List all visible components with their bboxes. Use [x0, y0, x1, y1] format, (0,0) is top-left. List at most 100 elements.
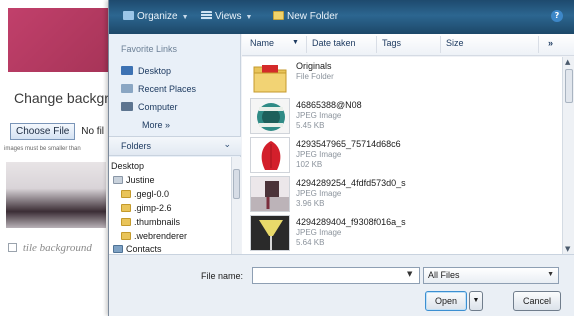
image-thumbnail	[250, 176, 290, 212]
file-name: 46865388@N08	[296, 100, 362, 110]
tree-item-label: Desktop	[111, 161, 145, 171]
file-type: JPEG Image	[296, 228, 342, 237]
file-list: Originals File Folder 46865388@N08 JPEG …	[242, 57, 562, 254]
image-thumbnail	[250, 215, 290, 251]
scroll-down-icon[interactable]: ▼	[565, 245, 570, 253]
chevron-down-icon: ⌄	[223, 140, 231, 150]
recent-places-icon	[121, 84, 133, 93]
chevron-down-icon: ▼	[181, 14, 189, 21]
file-name: 4294289254_4fdfd573d0_s	[296, 178, 406, 188]
navigation-pane: Favorite Links Desktop Recent Places Com…	[109, 34, 241, 254]
favorite-links-heading: Favorite Links	[121, 44, 178, 54]
file-size: 5.45 KB	[296, 121, 325, 130]
column-divider	[538, 36, 539, 53]
tree-item-contacts[interactable]: Contacts	[113, 243, 162, 254]
open-button[interactable]: Open	[425, 291, 467, 311]
file-row-originals[interactable]: Originals File Folder	[242, 57, 562, 97]
no-file-chosen-text: No fil	[81, 126, 105, 137]
nav-link-label: Desktop	[138, 66, 172, 76]
more-links-button[interactable]: More »	[142, 120, 170, 130]
open-options-dropdown[interactable]: ▼	[469, 291, 483, 311]
views-label: Views	[215, 11, 242, 22]
file-type-filter-value: All Files	[428, 270, 460, 280]
nav-link-desktop[interactable]: Desktop	[121, 64, 171, 78]
folders-toggle[interactable]: Folders ⌄	[109, 136, 241, 156]
views-button[interactable]: Views ▼	[201, 10, 252, 24]
desktop-icon	[121, 66, 133, 75]
sort-dropdown-icon[interactable]: ▼	[292, 39, 299, 46]
help-icon[interactable]: ?	[551, 10, 563, 22]
scrollbar-thumb[interactable]	[565, 69, 573, 103]
file-chooser-row: Choose File No fil	[10, 123, 104, 140]
contacts-icon	[113, 245, 123, 253]
file-row-4294289404[interactable]: 4294289404_f9308f016a_s JPEG Image 5.64 …	[242, 213, 562, 253]
nav-link-label: Computer	[138, 102, 178, 112]
tree-item-label: .gegl-0.0	[134, 189, 170, 199]
image-thumbnail	[250, 137, 290, 173]
more-columns-button[interactable]: »	[548, 38, 553, 48]
scroll-up-icon[interactable]: ▲	[565, 58, 570, 66]
folder-tree-scrollbar[interactable]	[231, 157, 241, 254]
tree-item-desktop[interactable]: Desktop	[111, 160, 144, 172]
file-size: 3.96 KB	[296, 199, 325, 208]
chevron-down-icon: ▼	[547, 271, 554, 278]
tree-item-gimp[interactable]: .gimp-2.6	[121, 202, 172, 214]
chevron-down-icon[interactable]: ▼	[407, 270, 412, 278]
file-type: JPEG Image	[296, 189, 342, 198]
column-date-taken[interactable]: Date taken	[312, 38, 356, 48]
file-type-filter[interactable]: All Files ▼	[423, 267, 559, 284]
tree-item-label: .webrenderer	[134, 231, 188, 241]
nav-link-label: Recent Places	[138, 84, 197, 94]
file-type: JPEG Image	[296, 111, 342, 120]
column-size[interactable]: Size	[446, 38, 464, 48]
new-folder-icon	[273, 11, 284, 20]
column-tags[interactable]: Tags	[382, 38, 401, 48]
folder-icon	[121, 218, 131, 226]
folder-thumbnail-icon	[250, 59, 290, 95]
file-type: File Folder	[296, 72, 334, 81]
file-name-input[interactable]	[252, 267, 420, 284]
file-name-label: File name:	[201, 271, 244, 281]
tree-item-justine[interactable]: Justine	[113, 174, 155, 186]
tile-background-label: tile background	[22, 242, 92, 254]
color-swatch[interactable]	[8, 8, 108, 72]
file-name: Originals	[296, 61, 332, 71]
folder-icon	[121, 190, 131, 198]
file-type: JPEG Image	[296, 150, 342, 159]
organize-label: Organize	[137, 11, 178, 22]
tree-item-webrenderer[interactable]: .webrenderer	[121, 230, 187, 242]
column-divider	[376, 36, 377, 53]
choose-file-button[interactable]: Choose File	[10, 123, 76, 140]
file-name: 4293547965_75714d68c6	[296, 139, 401, 149]
tree-item-thumbnails[interactable]: .thumbnails	[121, 216, 180, 228]
cancel-button[interactable]: Cancel	[513, 291, 561, 311]
new-folder-label: New Folder	[287, 11, 339, 22]
file-list-scrollbar[interactable]: ▲ ▼	[562, 57, 574, 254]
change-background-heading: Change backgro	[14, 90, 117, 106]
scrollbar-thumb[interactable]	[233, 169, 240, 199]
tree-item-label: Contacts	[126, 244, 162, 254]
file-row-4293547965[interactable]: 4293547965_75714d68c6 JPEG Image 102 KB	[242, 135, 562, 175]
dialog-footer: File name: ▼ All Files ▼ Open ▼ Cancel	[109, 254, 574, 316]
nav-link-computer[interactable]: Computer	[121, 100, 178, 114]
new-folder-button[interactable]: New Folder	[273, 10, 338, 24]
tree-item-label: .thumbnails	[134, 217, 181, 227]
nav-link-recent-places[interactable]: Recent Places	[121, 82, 196, 96]
dialog-command-bar: Organize ▼ Views ▼ New Folder ?	[109, 0, 574, 34]
user-folder-icon	[113, 176, 123, 184]
organize-button[interactable]: Organize ▼	[123, 10, 189, 24]
tile-background-checkbox[interactable]	[8, 243, 17, 252]
tree-item-gegl[interactable]: .gegl-0.0	[121, 188, 169, 200]
file-size: 102 KB	[296, 160, 323, 169]
column-divider	[306, 36, 307, 53]
tree-item-label: Justine	[126, 175, 155, 185]
tile-background-option: tile background	[8, 242, 92, 254]
background-preview-image	[6, 162, 106, 228]
file-name: 4294289404_f9308f016a_s	[296, 217, 406, 227]
file-row-4294289254[interactable]: 4294289254_4fdfd573d0_s JPEG Image 3.96 …	[242, 174, 562, 214]
views-icon	[201, 11, 212, 20]
file-row-46865388[interactable]: 46865388@N08 JPEG Image 5.45 KB	[242, 96, 562, 136]
computer-icon	[121, 102, 133, 111]
chevron-down-icon: ▼	[245, 14, 253, 21]
column-name[interactable]: Name	[250, 38, 274, 48]
